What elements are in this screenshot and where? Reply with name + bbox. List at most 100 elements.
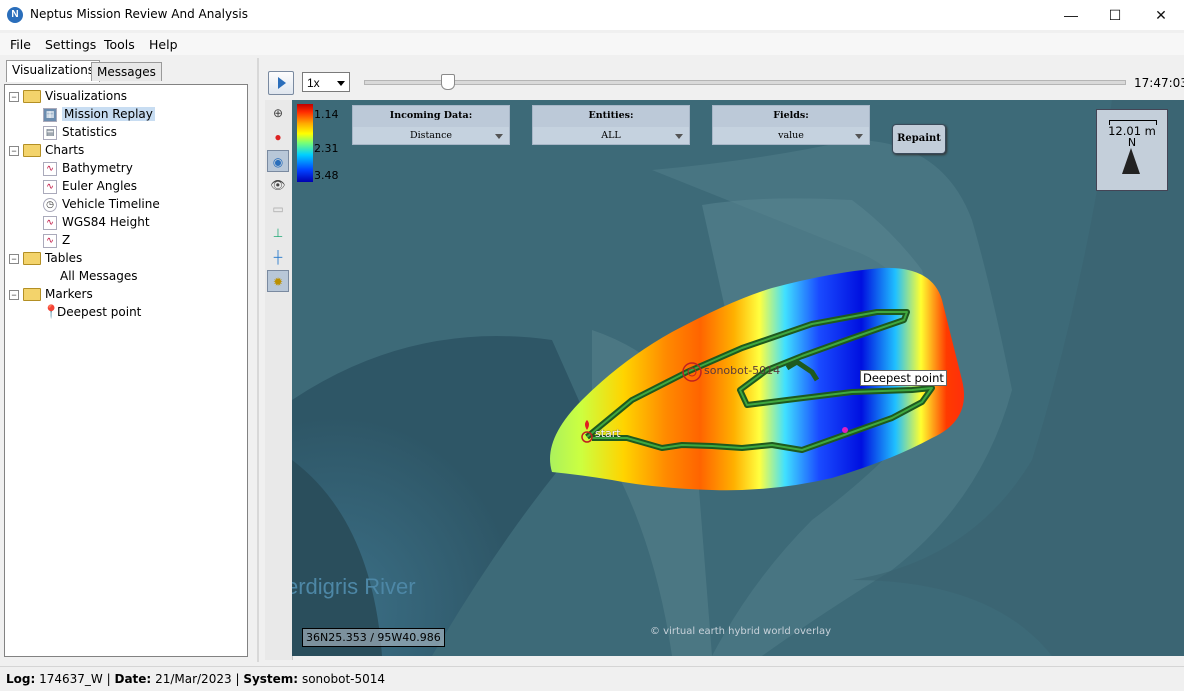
menu-file[interactable]: File	[10, 37, 31, 52]
folder-icon	[23, 288, 41, 301]
item-label: Deepest point	[57, 305, 142, 319]
menu-bar: File Settings Tools Help	[0, 33, 1184, 55]
chart-icon: ∿	[43, 215, 57, 230]
tree-item-bathymetry[interactable]: ∿ Bathymetry	[43, 159, 133, 177]
scale-and-north-indicator: 12.01 m N	[1096, 109, 1168, 191]
tree-folder-markers[interactable]: Markers	[23, 285, 93, 303]
main-pane: 1x 17:47:03 ⊕ ● ◉ 👁 ▭ ⊥ ┼ ✹ 1.14 2.31 3.…	[260, 62, 1184, 662]
system-value: sonobot-5014	[301, 672, 386, 686]
timeline-slider[interactable]	[364, 80, 1126, 85]
tree-item-all-messages[interactable]: All Messages	[43, 267, 138, 285]
deepest-point-label[interactable]: Deepest point	[860, 370, 947, 386]
book-icon: ▤	[43, 125, 57, 140]
eye-icon[interactable]: 👁	[267, 174, 289, 196]
item-label: Bathymetry	[62, 161, 133, 175]
item-label: Statistics	[62, 125, 117, 139]
tree-item-euler-angles[interactable]: ∿ Euler Angles	[43, 177, 137, 195]
date-label: Date:	[114, 672, 152, 686]
item-label: Euler Angles	[62, 179, 138, 193]
collapse-icon[interactable]: −	[9, 92, 19, 102]
menu-help[interactable]: Help	[149, 37, 178, 52]
item-label: Vehicle Timeline	[62, 197, 160, 211]
dropdown-value: ALL	[533, 127, 689, 144]
tree-folder-charts[interactable]: Charts	[23, 141, 84, 159]
title-bar: N Neptus Mission Review And Analysis — ☐…	[0, 0, 1184, 30]
dropdown-title: Fields:	[773, 110, 809, 121]
clock-icon: ◷	[43, 197, 57, 212]
collapse-icon[interactable]: −	[9, 146, 19, 156]
chart-icon: ∿	[43, 179, 57, 194]
tree-item-deepest-point[interactable]: 📍Deepest point	[43, 303, 141, 321]
fields-dropdown[interactable]: Fields: value	[712, 105, 870, 145]
tree-folder-tables[interactable]: Tables	[23, 249, 82, 267]
item-label: All Messages	[60, 269, 138, 283]
status-text: Log: 174637_W | Date: 21/Mar/2023 | Syst…	[6, 672, 385, 686]
vehicle-label: sonobot-5014	[704, 364, 781, 377]
folder-icon	[23, 144, 41, 157]
play-button[interactable]	[268, 71, 294, 95]
minimize-button[interactable]: —	[1048, 0, 1094, 30]
timeline-slider-thumb[interactable]	[440, 74, 455, 90]
collapse-icon[interactable]: −	[9, 254, 19, 264]
incoming-data-dropdown[interactable]: Incoming Data: Distance	[352, 105, 510, 145]
chevron-down-icon	[495, 134, 503, 139]
playback-time: 17:47:03	[1134, 76, 1184, 90]
tab-visualizations[interactable]: Visualizations	[6, 60, 101, 82]
menu-settings[interactable]: Settings	[45, 37, 96, 52]
tab-messages[interactable]: Messages	[91, 62, 162, 81]
repaint-button[interactable]: Repaint	[892, 124, 946, 154]
tree-item-wgs84-height[interactable]: ∿ WGS84 Height	[43, 213, 150, 231]
deepest-point-marker	[842, 427, 848, 433]
tree-item-statistics[interactable]: ▤ Statistics	[43, 123, 117, 141]
tree-item-vehicle-timeline[interactable]: ◷ Vehicle Timeline	[43, 195, 160, 213]
pane-divider[interactable]	[257, 58, 259, 662]
entities-dropdown[interactable]: Entities: ALL	[532, 105, 690, 145]
ruler-icon[interactable]: ┼	[267, 246, 289, 268]
document-icon[interactable]: ▭	[267, 198, 289, 220]
separator: |	[106, 672, 111, 686]
folder-label: Charts	[45, 143, 85, 157]
dropdown-value: Distance	[353, 127, 509, 144]
app-icon: N	[7, 7, 23, 23]
system-label: System:	[243, 672, 299, 686]
folder-label: Visualizations	[45, 89, 128, 103]
compass-icon[interactable]: ⊕	[267, 102, 289, 124]
chart-icon: ∿	[43, 161, 57, 176]
legend-mid: 2.31	[314, 142, 339, 155]
log-label: Log:	[6, 672, 36, 686]
map-pin-icon: 📍	[43, 305, 60, 320]
color-legend	[297, 104, 313, 182]
map-pin-icon[interactable]: ●	[267, 126, 289, 148]
globe-icon[interactable]: ◉	[267, 150, 289, 172]
river-label: erdigris River	[292, 574, 416, 599]
map-toolbar: ⊕ ● ◉ 👁 ▭ ⊥ ┼ ✹	[265, 100, 293, 660]
antenna-icon[interactable]: ⊥	[267, 222, 289, 244]
item-label: Mission Replay	[62, 107, 155, 121]
dropdown-title: Incoming Data:	[389, 110, 473, 121]
tree-item-mission-replay[interactable]: ▦ Mission Replay	[43, 105, 155, 123]
map-icon: ▦	[43, 107, 57, 122]
status-bar: Log: 174637_W | Date: 21/Mar/2023 | Syst…	[0, 666, 1184, 691]
tree-item-z[interactable]: ∿ Z	[43, 231, 70, 249]
item-label: Z	[62, 233, 71, 247]
folder-label: Markers	[45, 287, 93, 301]
chart-icon: ∿	[43, 233, 57, 248]
close-button[interactable]: ✕	[1138, 0, 1184, 30]
menu-tools[interactable]: Tools	[104, 37, 135, 52]
item-label: WGS84 Height	[62, 215, 150, 229]
map-credit: © virtual earth hybrid world overlay	[650, 626, 832, 637]
log-value: 174637_W	[39, 672, 103, 686]
tree-folder-visualizations[interactable]: Visualizations	[23, 87, 127, 105]
folder-icon	[23, 252, 41, 265]
chevron-down-icon	[337, 81, 345, 86]
separator: |	[235, 672, 240, 686]
chevron-down-icon	[675, 134, 683, 139]
collapse-icon[interactable]: −	[9, 290, 19, 300]
north-arrow-icon	[1122, 148, 1140, 174]
speed-select[interactable]: 1x	[302, 72, 350, 92]
dropdown-value: value	[713, 127, 869, 144]
layers-icon[interactable]: ✹	[267, 270, 289, 292]
map-view[interactable]: 1.14 2.31 3.48 Incoming Data: Distance E…	[292, 100, 1184, 656]
speed-value: 1x	[307, 76, 320, 90]
maximize-button[interactable]: ☐	[1092, 0, 1138, 30]
